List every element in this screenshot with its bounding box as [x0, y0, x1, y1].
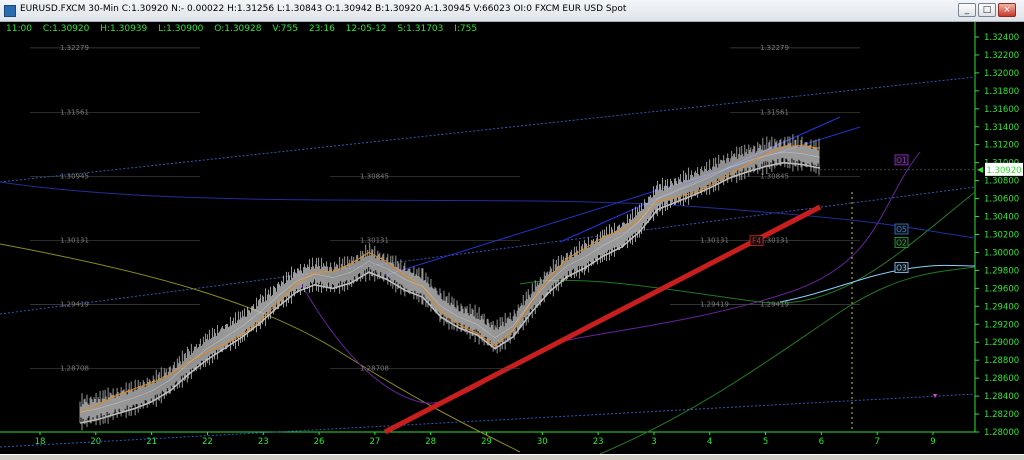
x-tick-label: 9: [930, 437, 935, 447]
level-label: 1.30845: [760, 173, 789, 181]
status-bar: [0, 454, 1024, 460]
info-high: H:1.30939: [100, 24, 148, 34]
olive-ma-curve: [0, 243, 521, 453]
last-price-arrow-icon: [977, 166, 983, 173]
y-tick-label: 1.31600: [984, 105, 1019, 115]
indicator-badge-label: O3: [896, 264, 907, 273]
x-tick-label: 23: [593, 437, 604, 447]
green-lower-curve: [599, 266, 976, 454]
y-tick-label: 1.32400: [984, 33, 1019, 43]
minimize-button[interactable]: _: [958, 3, 976, 17]
indicator-badge-label: O5: [896, 225, 907, 234]
indicator-badge-label: F4: [752, 237, 761, 246]
price-chart[interactable]: 1.32400 1.32200 1.32000 1.31800 1.31600 1.314…: [0, 22, 1024, 454]
y-tick-label: 1.30200: [984, 230, 1019, 240]
x-tick-label: 3: [651, 437, 656, 447]
y-tick-label: 1.30000: [984, 248, 1019, 258]
x-tick-label: 29: [481, 437, 492, 447]
x-tick-label: 28: [425, 437, 436, 447]
level-label: 1.28708: [360, 364, 389, 372]
level-label: 1.30131: [60, 237, 89, 245]
y-tick-label: 1.32000: [984, 69, 1019, 79]
level-label: 1.29419: [60, 301, 89, 309]
level-label: 1.30131: [360, 237, 389, 245]
x-tick-label: 23: [258, 437, 269, 447]
info-open: O:1.30928: [214, 24, 262, 34]
info-i: I:755: [454, 24, 478, 34]
window-title: EURUSD.FXCM 30-Min C:1.30920 N:- 0.00022…: [20, 4, 627, 14]
close-button[interactable]: ×: [998, 3, 1016, 17]
x-tick-label: 26: [314, 437, 325, 447]
dotted-channel-line: [0, 186, 976, 315]
level-label: 1.29419: [700, 301, 729, 309]
maximize-button[interactable]: □: [978, 3, 996, 17]
level-label: 1.32279: [760, 44, 789, 52]
x-tick-label: 5: [763, 437, 768, 447]
info-s: S:1.31703: [397, 24, 444, 34]
y-tick-label: 1.31200: [984, 141, 1019, 151]
window-titlebar: EURUSD.FXCM 30-Min C:1.30920 N:- 0.00022…: [0, 0, 1024, 22]
level-label: 1.30845: [360, 173, 389, 181]
y-tick-label: 1.31800: [984, 87, 1019, 97]
y-tick-label: 1.30400: [984, 213, 1019, 223]
info-close: C:1.30920: [42, 24, 90, 34]
y-tick-label: 1.28200: [984, 410, 1019, 420]
y-tick-label: 1.29400: [984, 302, 1019, 312]
indicator-badge-label: O1: [896, 156, 907, 165]
level-label: 1.32279: [60, 44, 89, 52]
y-tick-label: 1.29800: [984, 266, 1019, 276]
level-label: 1.31561: [60, 108, 89, 116]
x-tick-label: 4: [707, 437, 712, 447]
info-low: L:1.30900: [158, 24, 204, 34]
info-volume: V:755: [272, 24, 298, 34]
y-tick-label: 1.31400: [984, 123, 1019, 133]
level-label: 1.29419: [760, 301, 789, 309]
dotted-channel-line: [0, 76, 976, 183]
level-label: 1.30945: [60, 173, 89, 181]
y-tick-label: 1.29000: [984, 338, 1019, 348]
y-tick-label: 1.30600: [984, 195, 1019, 205]
info-date: 12-05-12: [345, 24, 387, 34]
level-label: 1.31561: [760, 108, 789, 116]
last-price-label: 1.30920: [986, 166, 1021, 176]
x-tick-label: 6: [819, 437, 824, 447]
info-time2: 23:16: [308, 24, 335, 34]
y-tick-label: 1.28800: [984, 356, 1019, 366]
y-tick-label: 1.29200: [984, 320, 1019, 330]
info-time: 11:00: [6, 24, 32, 34]
blue-ma-curve: [0, 181, 976, 239]
chart-window-icon: [4, 5, 16, 17]
y-tick-label: 1.28000: [984, 428, 1019, 438]
bar-info-readout: 11:00 C:1.30920 H:1.30939 L:1.30900 O:1.…: [6, 24, 485, 34]
y-tick-label: 1.29600: [984, 284, 1019, 294]
grey-ma-line: [79, 161, 821, 424]
level-label: 1.30131: [760, 237, 789, 245]
y-tick-label: 1.28400: [984, 392, 1019, 402]
x-tick-label: 22: [202, 437, 213, 447]
y-tick-label: 1.32200: [984, 51, 1019, 61]
level-label: 1.30131: [700, 237, 729, 245]
y-tick-label: 1.30800: [984, 177, 1019, 187]
x-tick-label: 7: [874, 437, 879, 447]
y-tick-label: 1.28600: [984, 374, 1019, 384]
x-tick-label: 30: [537, 437, 548, 447]
level-label: 1.28708: [60, 364, 89, 372]
indicator-badge-label: O2: [896, 238, 907, 247]
x-tick-label: 27: [369, 437, 380, 447]
chart-area[interactable]: 1.32400 1.32200 1.32000 1.31800 1.31600 1.314…: [0, 22, 1024, 454]
